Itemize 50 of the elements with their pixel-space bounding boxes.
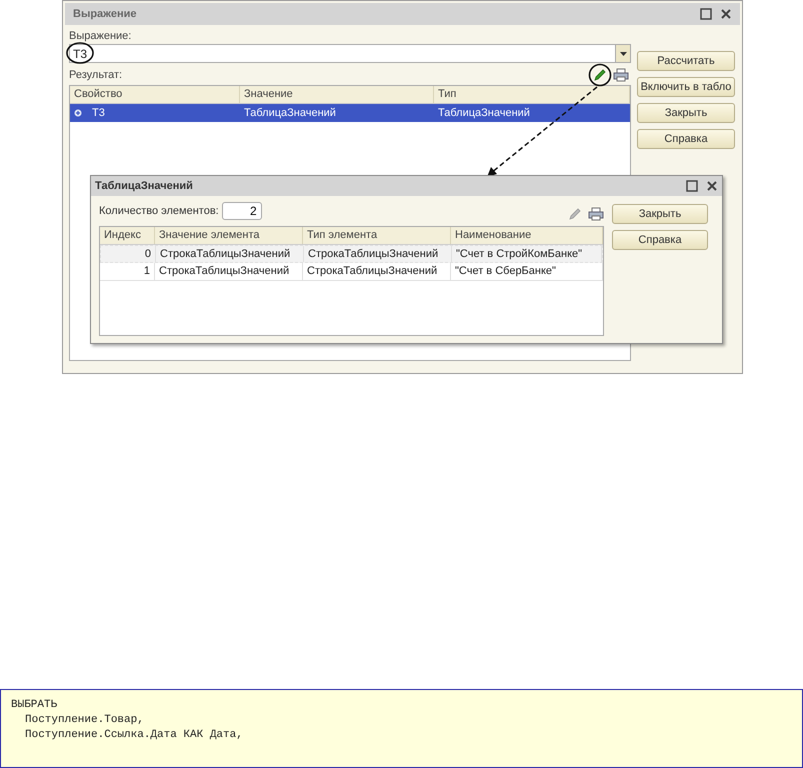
table-cell-text: Т3 [92,106,105,121]
table-row[interactable]: 0 СтрокаТаблицыЗначений СтрокаТаблицыЗначений "Счет в СтройКомБанке" [100,245,603,263]
dialog-button[interactable]: Включить в табло [637,77,735,97]
table-cell-text: "Счет в СберБанке" [455,264,556,280]
table-row[interactable]: Т3 ТаблицаЗначений ТаблицаЗначений [70,104,630,122]
maximize-icon[interactable] [686,180,698,192]
column-header[interactable]: Значение [240,86,434,103]
dialog-button[interactable]: Справка [612,230,708,250]
count-label: Количество элементов: [99,204,219,219]
pencil-icon[interactable] [568,207,582,221]
maximize-icon[interactable] [700,8,712,20]
result-label: Результат: [69,68,122,83]
code-line: Поступление.Ссылка.Дата КАК Дата, [24,728,244,743]
column-header[interactable]: Индекс [100,227,155,244]
window-title: Выражение [73,6,136,22]
printer-icon[interactable] [588,207,604,221]
dialog-button[interactable]: Рассчитать [637,51,735,71]
window-title: ТаблицаЗначений [95,178,193,194]
column-header[interactable]: Значение элемента [155,227,303,244]
printer-icon[interactable] [613,68,629,82]
dialog-button[interactable]: Справка [637,129,735,149]
close-icon[interactable] [706,180,718,192]
pencil-icon[interactable] [593,68,607,82]
table-cell-text: ТаблицаЗначений [244,106,336,121]
caret-icon [620,52,626,56]
highlight-ellipse [65,41,95,65]
table-cell-text: СтрокаТаблицыЗначений [308,246,438,262]
expression-field[interactable]: Т3 [69,44,616,63]
expand-icon[interactable] [74,109,82,117]
table-cell-text: СтрокаТаблицыЗначений [160,246,290,262]
table-cell-text: СтрокаТаблицыЗначений [159,264,290,280]
dialog-button[interactable]: Закрыть [637,103,735,123]
close-icon[interactable] [720,8,732,20]
highlight-ellipse [588,63,612,87]
column-header[interactable]: Тип элемента [303,227,451,244]
count-field[interactable]: 2 [222,202,262,220]
table-cell-text: 1 [144,264,150,280]
table-cell-text: ТаблицаЗначений [438,106,530,121]
code-line: ВЫБРАТЬ [11,698,58,713]
dropdown-button[interactable] [616,44,631,63]
table-cell-text: СтрокаТаблицыЗначений [307,264,438,280]
column-header[interactable]: Тип [434,86,630,103]
table-cell-text: "Счет в СтройКомБанке" [456,246,582,262]
dialog-button[interactable]: Закрыть [612,204,708,224]
table-cell-text: 0 [144,246,151,262]
column-header[interactable]: Наименование [451,227,603,244]
expression-label: Выражение: [69,29,132,42]
table-row[interactable]: 1 СтрокаТаблицыЗначений СтрокаТаблицыЗначений "Счет в СберБанке" [100,263,603,281]
code-line: Поступление.Товар, [24,712,145,728]
column-header[interactable]: Свойство [70,86,240,103]
